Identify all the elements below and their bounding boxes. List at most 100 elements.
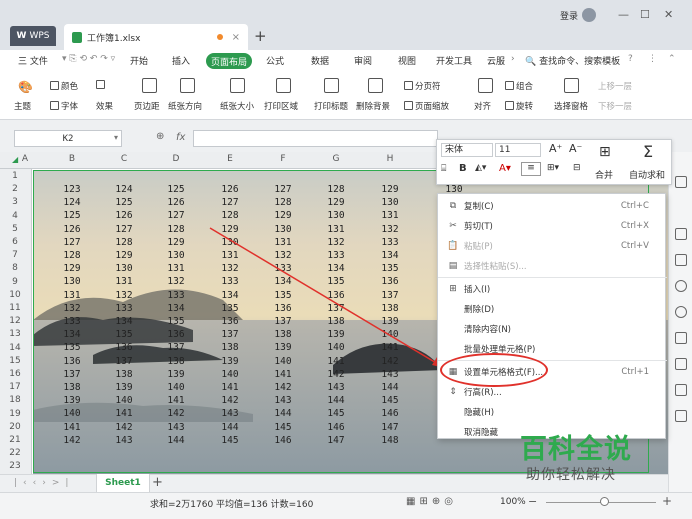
table-cell[interactable]: 131 [364, 210, 416, 221]
table-cell[interactable]: 130 [98, 263, 150, 274]
table-cell[interactable]: 132 [364, 224, 416, 235]
table-cell[interactable]: 138 [310, 316, 362, 327]
table-cell[interactable]: 124 [98, 184, 150, 195]
sheet-nav-icons[interactable]: |‹‹›>| [14, 478, 74, 488]
table-cell[interactable]: 128 [46, 250, 98, 261]
print-title-icon[interactable] [324, 78, 339, 96]
row-header[interactable]: 6 [0, 237, 30, 247]
maximize-icon[interactable]: ☐ [640, 8, 650, 21]
menu-start[interactable]: 开始 [130, 54, 148, 67]
filter-tool-icon[interactable] [675, 254, 687, 266]
table-cell[interactable]: 130 [150, 250, 202, 261]
table-cell[interactable]: 140 [150, 382, 202, 393]
menu-review[interactable]: 审阅 [354, 54, 372, 67]
table-cell[interactable]: 136 [204, 316, 256, 327]
theme-button[interactable]: 🎨 [18, 80, 33, 94]
zoom-slider-handle[interactable] [600, 497, 609, 506]
table-cell[interactable]: 134 [204, 290, 256, 301]
orientation-icon[interactable] [180, 78, 195, 96]
row-header[interactable]: 2 [0, 184, 30, 194]
row-header[interactable]: 13 [0, 329, 30, 339]
close-window-icon[interactable]: ✕ [664, 8, 673, 21]
font-color-icon[interactable]: A▾ [499, 163, 511, 174]
table-cell[interactable]: 125 [98, 197, 150, 208]
table-cell[interactable]: 141 [364, 342, 416, 353]
table-cell[interactable]: 127 [46, 237, 98, 248]
shrink-font-button[interactable]: A⁻ [569, 142, 582, 155]
document-tab[interactable]: 工作簿1.xlsx × [64, 24, 248, 50]
help-icon[interactable]: ? [628, 54, 633, 64]
table-cell[interactable]: 127 [257, 184, 309, 195]
minimize-icon[interactable]: — [618, 8, 629, 21]
margin-icon[interactable] [142, 78, 157, 96]
table-cell[interactable]: 139 [98, 382, 150, 393]
help-tool-icon[interactable] [675, 306, 687, 318]
column-header[interactable]: A [14, 154, 36, 164]
table-cell[interactable]: 137 [204, 329, 256, 340]
font-size-select[interactable]: 11 [495, 143, 541, 157]
table-cell[interactable]: 133 [46, 316, 98, 327]
table-cell[interactable]: 126 [46, 224, 98, 235]
table-cell[interactable]: 130 [310, 210, 362, 221]
table-cell[interactable]: 127 [204, 197, 256, 208]
table-cell[interactable]: 133 [150, 290, 202, 301]
table-cell[interactable]: 142 [46, 435, 98, 446]
context-menu-item[interactable]: ✂ 剪切(T) Ctrl+X [438, 216, 667, 237]
zoom-out-icon[interactable]: − [528, 495, 537, 508]
align-icon[interactable] [478, 78, 493, 96]
table-cell[interactable]: 138 [98, 369, 150, 380]
table-cell[interactable]: 138 [150, 356, 202, 367]
group-button[interactable]: 组合 [505, 80, 533, 92]
page-break-button[interactable]: 分页符 [404, 80, 441, 92]
column-header[interactable]: E [204, 154, 256, 164]
table-cell[interactable]: 135 [46, 342, 98, 353]
table-cell[interactable]: 133 [364, 237, 416, 248]
table-cell[interactable]: 130 [46, 276, 98, 287]
table-cell[interactable]: 142 [364, 356, 416, 367]
menu-insert[interactable]: 插入 [172, 54, 190, 67]
row-header[interactable]: 10 [0, 290, 30, 300]
table-cell[interactable]: 138 [204, 342, 256, 353]
table-cell[interactable]: 133 [257, 263, 309, 274]
print-title-button[interactable]: 打印标题 [314, 100, 348, 112]
table-cell[interactable]: 140 [310, 342, 362, 353]
table-cell[interactable]: 144 [204, 422, 256, 433]
table-cell[interactable]: 137 [46, 369, 98, 380]
table-cell[interactable]: 132 [310, 237, 362, 248]
remove-bg-button[interactable]: 删除背景 [356, 100, 390, 112]
table-cell[interactable]: 132 [150, 276, 202, 287]
menu-formula[interactable]: 公式 [266, 54, 284, 67]
bold-button[interactable]: B [459, 163, 467, 174]
merge-button[interactable]: 合并 [595, 168, 613, 181]
table-cell[interactable]: 144 [150, 435, 202, 446]
context-menu-item[interactable]: ⊞ 插入(I) [438, 279, 667, 300]
table-cell[interactable]: 125 [46, 210, 98, 221]
table-cell[interactable]: 143 [204, 408, 256, 419]
menu-scroll-right-icon[interactable]: › [511, 54, 515, 64]
backup-icon[interactable] [675, 410, 687, 422]
table-cell[interactable]: 144 [364, 382, 416, 393]
table-cell[interactable]: 138 [257, 329, 309, 340]
border-icon[interactable]: ⊞▾ [547, 163, 559, 173]
page-scale-button[interactable]: 页面缩放 [404, 100, 449, 112]
table-cell[interactable]: 132 [98, 290, 150, 301]
table-cell[interactable]: 129 [98, 250, 150, 261]
menu-page-layout[interactable]: 页面布局 [206, 53, 252, 69]
column-header[interactable]: H [364, 154, 416, 164]
table-cell[interactable]: 136 [46, 356, 98, 367]
table-cell[interactable]: 143 [257, 395, 309, 406]
table-cell[interactable]: 140 [257, 356, 309, 367]
table-cell[interactable]: 127 [98, 224, 150, 235]
table-cell[interactable]: 135 [364, 263, 416, 274]
table-cell[interactable]: 136 [150, 329, 202, 340]
row-header[interactable]: 5 [0, 224, 30, 234]
row-header[interactable]: 11 [0, 303, 30, 313]
row-header[interactable]: 8 [0, 263, 30, 273]
row-header[interactable]: 18 [0, 395, 30, 405]
zoom-in-icon[interactable]: + [662, 494, 672, 508]
name-box[interactable]: K2 [14, 130, 122, 147]
file-menu[interactable]: 三 文件 [18, 54, 48, 67]
table-cell[interactable]: 146 [364, 408, 416, 419]
row-header[interactable]: 17 [0, 382, 30, 392]
row-header[interactable]: 21 [0, 435, 30, 445]
